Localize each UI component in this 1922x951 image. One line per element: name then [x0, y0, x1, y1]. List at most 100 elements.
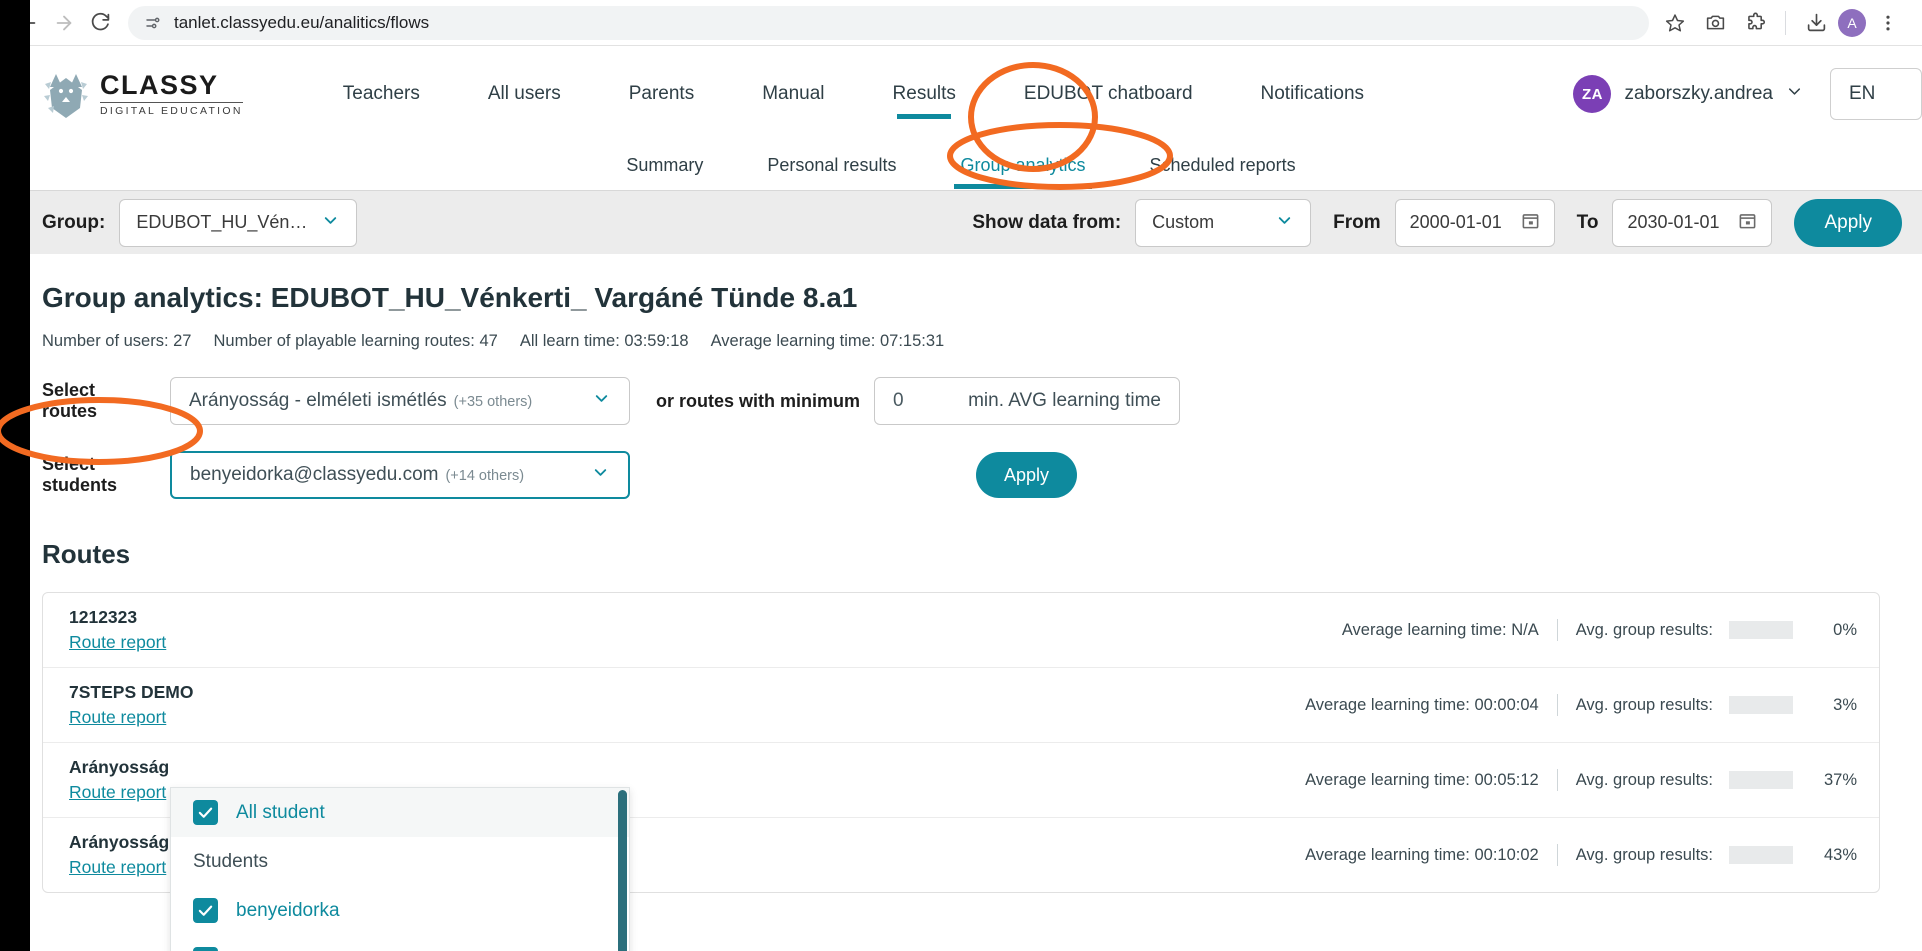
- from-date-value: 2000-01-01: [1409, 212, 1502, 232]
- nav-item-parents[interactable]: Parents: [595, 83, 728, 106]
- camera-icon[interactable]: [1697, 5, 1733, 41]
- route-metrics: Average learning time: 00:10:02 Avg. gro…: [1305, 844, 1857, 866]
- progress-percent: 3%: [1833, 695, 1857, 714]
- logo-main-text: CLASSY: [100, 69, 219, 100]
- group-select[interactable]: EDUBOT_HU_Vénkerti…: [119, 198, 358, 247]
- route-avg-time: Average learning time: 00:10:02: [1305, 845, 1539, 864]
- route-avg-time: Average learning time: 00:05:12: [1305, 770, 1539, 789]
- stat-all-learn-time: All learn time: 03:59:18: [519, 332, 689, 350]
- checkbox-checked-icon[interactable]: [193, 800, 218, 825]
- show-data-from-label: Show data from:: [972, 211, 1122, 233]
- dropdown-group-heading: Students: [193, 850, 268, 872]
- route-metrics: Average learning time: 00:00:04 Avg. gro…: [1305, 694, 1857, 716]
- dropdown-scrollbar-thumb[interactable]: [618, 790, 627, 951]
- minimum-avg-input[interactable]: 0 min. AVG learning time: [874, 377, 1181, 425]
- nav-item-notifications[interactable]: Notifications: [1227, 83, 1399, 106]
- to-date-input[interactable]: 2030-01-01: [1612, 198, 1773, 247]
- tab-group-analytics[interactable]: Group analytics: [928, 155, 1117, 177]
- dropdown-scrollbar[interactable]: [618, 790, 627, 951]
- route-report-link[interactable]: Route report: [69, 857, 166, 878]
- star-icon[interactable]: [1657, 5, 1693, 41]
- group-label: Group:: [42, 211, 106, 233]
- students-select[interactable]: benyeidorka@classyedu.com (+14 others): [170, 451, 630, 499]
- route-report-link[interactable]: Route report: [69, 782, 166, 803]
- url-text: tanlet.classyedu.eu/analitics/flows: [174, 12, 430, 32]
- tab-personal-results[interactable]: Personal results: [735, 155, 928, 177]
- route-metrics: Average learning time: 00:05:12 Avg. gro…: [1305, 769, 1857, 791]
- sub-navigation: Summary Personal results Group analytics…: [0, 142, 1922, 190]
- divider: [1556, 619, 1558, 641]
- browser-profile-avatar[interactable]: A: [1838, 8, 1866, 37]
- list-item[interactable]: bodnarcsenge: [171, 935, 629, 951]
- group-select-value: EDUBOT_HU_Vénkerti…: [136, 212, 311, 232]
- classy-cat-logo-icon: [44, 74, 88, 118]
- chevron-down-icon: [591, 463, 610, 487]
- kebab-menu-icon[interactable]: [1870, 5, 1906, 41]
- progress-bar: [1729, 771, 1793, 789]
- user-name-label: zaborszky.andrea: [1624, 83, 1773, 104]
- divider: [1556, 694, 1558, 716]
- app-header: CLASSY DIGITAL EDUCATION Teachers All us…: [0, 46, 1922, 142]
- stat-number-of-users: Number of users: 27: [42, 332, 192, 350]
- main-navigation: Teachers All users Parents Manual Result…: [309, 83, 1398, 106]
- nav-item-teachers[interactable]: Teachers: [309, 83, 454, 106]
- select-routes-label: Select routes: [42, 380, 98, 421]
- tab-scheduled-reports[interactable]: Scheduled reports: [1118, 155, 1328, 177]
- extensions-icon[interactable]: [1737, 5, 1773, 41]
- nav-item-manual[interactable]: Manual: [728, 83, 858, 106]
- table-row[interactable]: 7STEPS DEMO Route report Average learnin…: [43, 668, 1879, 743]
- route-report-link[interactable]: Route report: [69, 707, 166, 728]
- students-select-extra: (+14 others): [445, 468, 525, 484]
- apply-students-button[interactable]: Apply: [976, 452, 1078, 498]
- minimum-avg-unit: min. AVG learning time: [968, 390, 1162, 411]
- checkbox-checked-icon[interactable]: [193, 947, 218, 951]
- route-report-link[interactable]: Route report: [69, 632, 166, 653]
- range-preset-value: Custom: [1152, 212, 1215, 232]
- route-avg-time: Average learning time: N/A: [1341, 620, 1539, 639]
- chevron-down-icon[interactable]: [1785, 82, 1804, 106]
- logo-sub-text: DIGITAL EDUCATION: [100, 101, 243, 117]
- main-content: Group analytics: EDUBOT_HU_Vénkerti_ Var…: [0, 282, 1922, 951]
- divider: [1556, 769, 1558, 791]
- to-date-value: 2030-01-01: [1627, 212, 1720, 232]
- students-select-value: benyeidorka@classyedu.com: [190, 464, 439, 485]
- nav-item-all-users[interactable]: All users: [454, 83, 595, 106]
- from-date-input[interactable]: 2000-01-01: [1394, 198, 1555, 247]
- select-students-label: Select students: [42, 454, 118, 495]
- chevron-down-icon: [321, 211, 340, 235]
- table-row[interactable]: 1212323 Route report Average learning ti…: [43, 593, 1879, 668]
- address-bar[interactable]: tanlet.classyedu.eu/analitics/flows: [128, 5, 1649, 40]
- calendar-icon[interactable]: [1521, 211, 1540, 235]
- route-avg-time: Average learning time: 00:00:04: [1305, 695, 1539, 714]
- stat-average-learning-time: Average learning time: 07:15:31: [710, 332, 945, 350]
- minimum-avg-label: or routes with minimum: [656, 390, 861, 411]
- tab-summary[interactable]: Summary: [594, 155, 735, 177]
- logo-wordmark: CLASSY DIGITAL EDUCATION: [100, 69, 243, 117]
- language-select[interactable]: EN: [1830, 68, 1922, 120]
- route-metrics: Average learning time: N/A Avg. group re…: [1342, 619, 1857, 641]
- range-preset-select[interactable]: Custom: [1135, 198, 1312, 247]
- avatar: ZA: [1573, 75, 1612, 113]
- forward-button[interactable]: [46, 5, 82, 41]
- apply-date-range-button[interactable]: Apply: [1794, 198, 1902, 247]
- dropdown-item-all-student[interactable]: All student: [171, 788, 629, 837]
- nav-item-edubot-chatboard[interactable]: EDUBOT chatboard: [990, 83, 1227, 106]
- user-menu[interactable]: ZA zaborszky.andrea EN: [1573, 68, 1922, 120]
- reload-button[interactable]: [82, 5, 118, 41]
- route-name: Arányosság: [69, 757, 170, 777]
- routes-select-extra: (+35 others): [453, 394, 533, 410]
- calendar-icon[interactable]: [1738, 211, 1757, 235]
- routes-select[interactable]: Arányosság - elméleti ismétlés (+35 othe…: [170, 377, 630, 425]
- progress-percent: 43%: [1823, 845, 1857, 864]
- logo[interactable]: CLASSY DIGITAL EDUCATION: [42, 68, 243, 120]
- list-item[interactable]: benyeidorka: [171, 886, 629, 935]
- checkbox-checked-icon[interactable]: [193, 898, 218, 923]
- minimum-avg-value: 0: [893, 390, 904, 411]
- page-title: Group analytics: EDUBOT_HU_Vénkerti_ Var…: [42, 282, 858, 313]
- site-settings-icon[interactable]: [142, 12, 164, 34]
- route-info: 1212323 Route report: [69, 607, 499, 653]
- students-dropdown-panel[interactable]: All student Students benyeidorka bodnarc…: [170, 787, 630, 951]
- nav-item-results[interactable]: Results: [859, 83, 990, 106]
- download-icon[interactable]: [1798, 5, 1834, 41]
- back-button[interactable]: [10, 5, 46, 41]
